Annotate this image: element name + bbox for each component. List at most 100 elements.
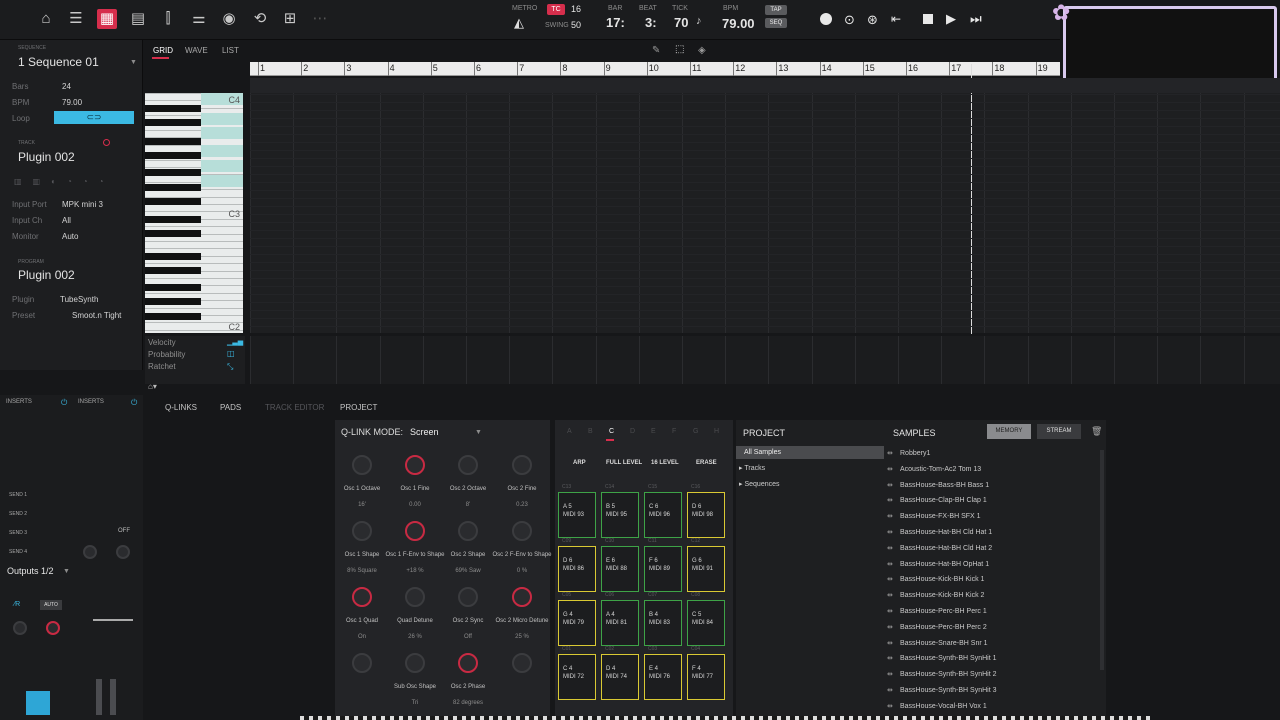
sample-item[interactable]: BassHouse-Hat-BH Cld Hat 1 xyxy=(900,529,992,536)
lane-velocity[interactable]: Velocity xyxy=(148,338,176,347)
tab-project[interactable]: PROJECT xyxy=(340,403,377,412)
power-icon-2[interactable]: ⏻ xyxy=(131,398,137,408)
pad[interactable]: C13 A 5 MIDI 93 xyxy=(558,484,596,538)
knob-quad-detune[interactable] xyxy=(405,587,425,607)
lane-ratchet[interactable]: Ratchet xyxy=(148,362,176,371)
sample-item[interactable]: BassHouse-Kick-BH Kick 2 xyxy=(900,592,984,599)
seq-button[interactable]: SEQ xyxy=(765,18,787,28)
pan-knob[interactable] xyxy=(116,545,130,559)
tick-value[interactable]: 70 xyxy=(674,15,688,30)
read-auto-icon[interactable]: ⁄R xyxy=(14,601,20,608)
sample-preview-icon[interactable]: ⇹ xyxy=(887,544,893,552)
loop-toggle[interactable]: ⊂⊃ xyxy=(54,111,134,124)
sample-item[interactable]: BassHouse-FX-BH SFX 1 xyxy=(900,513,981,520)
ruler-bar-5[interactable]: 5 xyxy=(433,63,438,73)
sample-item[interactable]: BassHouse-Vocal-BH Vox 1 xyxy=(900,703,987,710)
sample-preview-icon[interactable]: ⇹ xyxy=(887,607,893,615)
knob-sub-osc-shape[interactable] xyxy=(405,653,425,673)
velocity-icon[interactable]: ▁▃▅ xyxy=(227,338,243,346)
trash-icon[interactable]: 🗑 xyxy=(1091,426,1102,437)
tab-wave[interactable]: WAVE xyxy=(185,46,208,55)
volume-knob[interactable] xyxy=(13,621,27,635)
record-arm-icon[interactable] xyxy=(103,139,110,146)
sample-item[interactable]: BassHouse-Perc-BH Perc 1 xyxy=(900,608,987,615)
knob-osc-2-phase[interactable] xyxy=(458,653,478,673)
sample-item[interactable]: Acoustic-Tom-Ac2 Tom 13 xyxy=(900,466,981,473)
ruler-bar-17[interactable]: 17 xyxy=(951,63,961,73)
sample-preview-icon[interactable]: ⇹ xyxy=(887,449,893,457)
pad-bank-g[interactable]: G xyxy=(693,428,698,435)
pad[interactable]: C05 G 4 MIDI 79 xyxy=(558,592,596,646)
pad[interactable]: C10 E 6 MIDI 88 xyxy=(601,538,639,592)
knob-osc-1-shape[interactable] xyxy=(352,521,372,541)
metronome-icon[interactable]: ◭ xyxy=(514,15,524,31)
black-key[interactable] xyxy=(145,216,201,223)
ruler-bar-6[interactable]: 6 xyxy=(476,63,481,73)
tc-button[interactable]: TC xyxy=(547,4,565,15)
select-icon[interactable]: ⬚ xyxy=(675,44,684,55)
sample-item[interactable]: BassHouse-Kick-BH Kick 1 xyxy=(900,576,984,583)
ruler-bar-13[interactable]: 13 xyxy=(778,63,788,73)
lane-probability[interactable]: Probability xyxy=(148,350,185,359)
pad-bank-d[interactable]: D xyxy=(630,428,635,435)
pad-bank-a[interactable]: A xyxy=(567,428,572,435)
black-key[interactable] xyxy=(145,230,201,237)
ruler-bar-7[interactable]: 7 xyxy=(519,63,524,73)
ruler-bar-2[interactable]: 2 xyxy=(303,63,308,73)
pad-bank-b[interactable]: B xyxy=(588,428,593,435)
qlink-mode-select[interactable]: Screen xyxy=(410,427,439,437)
overdub-icon[interactable]: ⊙ xyxy=(844,12,855,28)
knob-osc-1-fine[interactable] xyxy=(405,455,425,475)
ruler-bar-14[interactable]: 14 xyxy=(822,63,832,73)
knob-osc-2-micro-detune[interactable] xyxy=(512,587,532,607)
ruler-bar-9[interactable]: 9 xyxy=(606,63,611,73)
off-button[interactable]: OFF xyxy=(118,528,130,534)
tab-qlinks[interactable]: Q-LINKS xyxy=(165,403,197,412)
black-key[interactable] xyxy=(145,198,201,205)
project-sequences[interactable]: ▸ Sequences xyxy=(739,480,780,488)
loop-icon[interactable]: ⟲ xyxy=(250,9,270,29)
pad[interactable]: C06 A 4 MIDI 81 xyxy=(601,592,639,646)
pad[interactable]: C04 F 4 MIDI 77 xyxy=(687,646,725,700)
knob-unassigned[interactable] xyxy=(512,653,532,673)
pad-bank-e[interactable]: E xyxy=(651,428,656,435)
ruler-bar-10[interactable]: 10 xyxy=(649,63,659,73)
pad[interactable]: C02 D 4 MIDI 74 xyxy=(601,646,639,700)
play-start-icon[interactable]: ⏭ xyxy=(970,11,982,27)
grid-view-icon[interactable]: ▦ xyxy=(97,9,117,29)
pad[interactable]: C09 D 6 MIDI 86 xyxy=(558,538,596,592)
velocity-lane[interactable] xyxy=(250,336,1280,384)
black-key[interactable] xyxy=(145,184,201,191)
black-key[interactable] xyxy=(145,298,201,305)
knob-osc-1-octave[interactable] xyxy=(352,455,372,475)
auto-button[interactable]: AUTO xyxy=(40,600,62,610)
knob-osc-1-quad[interactable] xyxy=(352,587,372,607)
stream-button[interactable]: STREAM xyxy=(1037,424,1081,439)
ruler-bar-1[interactable]: 1 xyxy=(260,63,265,73)
project-tracks[interactable]: ▸ Tracks xyxy=(739,464,765,472)
sample-item[interactable]: BassHouse-Bass-BH Bass 1 xyxy=(900,482,989,489)
sample-item[interactable]: BassHouse-Hat-BH OpHat 1 xyxy=(900,561,989,568)
play-icon[interactable]: ▶ xyxy=(946,11,956,27)
sample-item[interactable]: BassHouse-Snare-BH Snr 1 xyxy=(900,640,988,647)
pad[interactable]: C15 C 6 MIDI 96 xyxy=(644,484,682,538)
sample-item[interactable]: BassHouse-Synth-BH SynHit 2 xyxy=(900,671,996,678)
fader[interactable] xyxy=(93,619,133,621)
ruler-bar-12[interactable]: 12 xyxy=(735,63,745,73)
ruler-bar-18[interactable]: 18 xyxy=(994,63,1004,73)
knob-osc-2-sync[interactable] xyxy=(458,587,478,607)
send-knob[interactable] xyxy=(83,545,97,559)
black-key[interactable] xyxy=(145,284,201,291)
chevron-down-icon[interactable]: ▼ xyxy=(130,59,137,66)
ruler-bar-3[interactable]: 3 xyxy=(346,63,351,73)
black-key[interactable] xyxy=(145,313,201,320)
ratchet-icon[interactable]: ⤡ xyxy=(227,362,233,372)
black-key[interactable] xyxy=(145,105,201,112)
sample-preview-icon[interactable]: ⇹ xyxy=(887,670,893,678)
pad-bank-f[interactable]: F xyxy=(672,428,676,435)
knob-osc-2-shape[interactable] xyxy=(458,521,478,541)
program-name[interactable]: Plugin 002 xyxy=(18,268,75,282)
eraser-icon[interactable]: ◈ xyxy=(698,45,706,56)
bpm-field-value[interactable]: 79.00 xyxy=(62,98,82,107)
input-ch-value[interactable]: All xyxy=(62,216,71,225)
